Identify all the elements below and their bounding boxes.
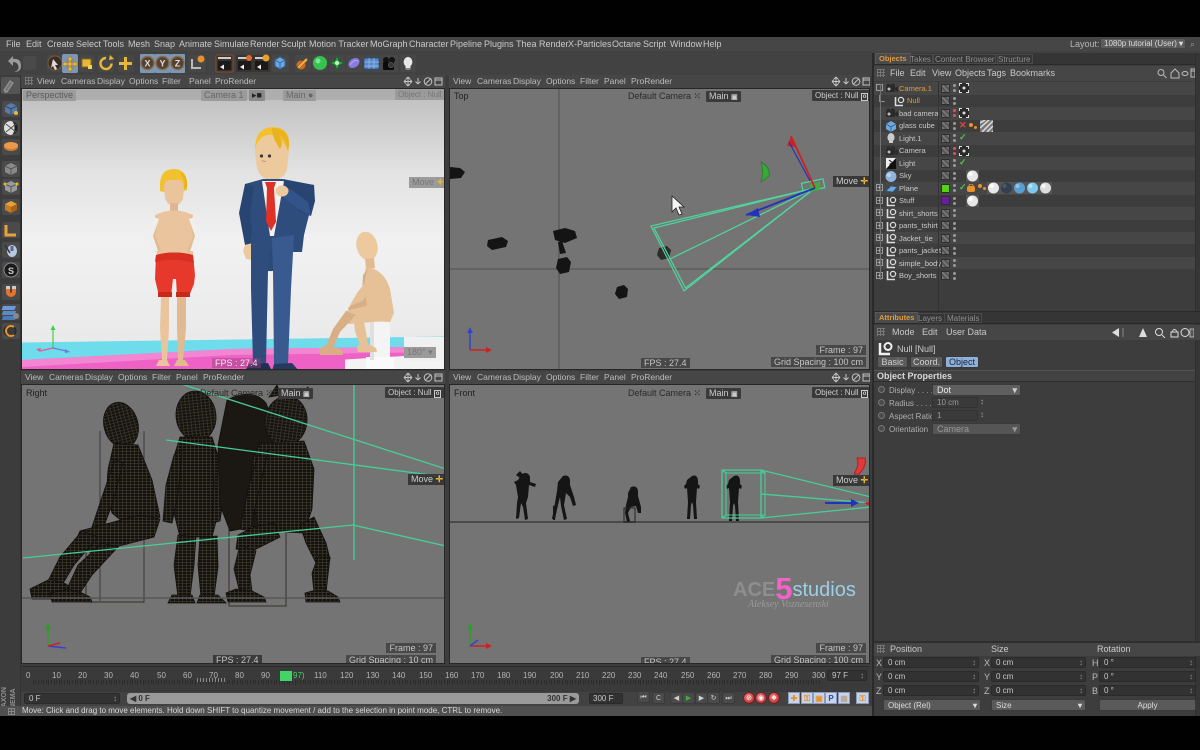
svg-text:X: X [144,59,150,69]
svg-text:Z: Z [175,59,181,69]
svg-text:S: S [8,266,14,276]
svg-text:Y: Y [159,59,165,69]
